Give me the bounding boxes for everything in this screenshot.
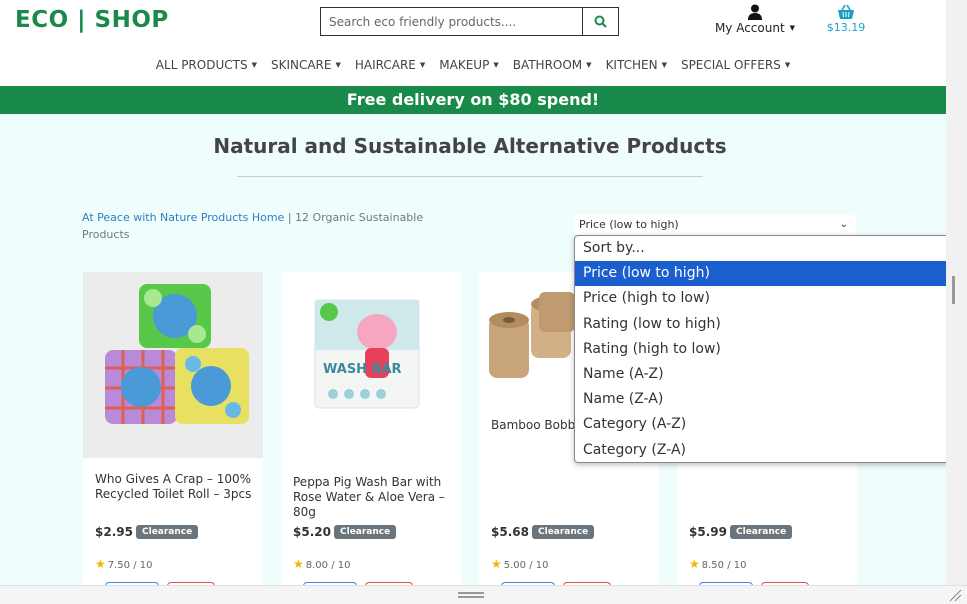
product-price: $2.95 bbox=[95, 525, 133, 539]
basket-icon bbox=[838, 4, 854, 19]
breadcrumb-home-link[interactable]: At Peace with Nature Products Home bbox=[82, 211, 284, 224]
page-viewport: ECO | SHOP My Account▼ bbox=[0, 0, 946, 585]
site-header: ECO | SHOP My Account▼ bbox=[0, 0, 946, 86]
clearance-badge: Clearance bbox=[136, 525, 199, 539]
sort-dropdown-list: Sort by... Price (low to high) Price (hi… bbox=[574, 235, 946, 463]
vertical-scrollbar[interactable] bbox=[946, 0, 967, 585]
star-icon: ★ bbox=[689, 557, 700, 571]
nav-makeup[interactable]: MAKEUP ▼ bbox=[432, 56, 505, 76]
product-price: $5.99 bbox=[689, 525, 727, 539]
star-icon: ★ bbox=[293, 557, 304, 571]
resize-handle[interactable] bbox=[458, 592, 484, 598]
breadcrumb: At Peace with Nature Products Home | 12 … bbox=[82, 209, 442, 243]
caret-down-icon: ▼ bbox=[419, 61, 426, 69]
sort-option-name-desc[interactable]: Name (Z-A) bbox=[575, 387, 946, 412]
search-button[interactable] bbox=[582, 8, 618, 35]
product-card[interactable]: WASH BAR Peppa Pig Wash Bar with Rose Wa… bbox=[281, 272, 461, 585]
product-rating: ★ 8.50 / 10 bbox=[689, 557, 747, 571]
sort-selected-value: Price (low to high) bbox=[579, 218, 679, 231]
sort-option-default[interactable]: Sort by... bbox=[575, 236, 946, 261]
sort-option-category-desc[interactable]: Category (Z-A) bbox=[575, 438, 946, 463]
cart-button[interactable]: $13.19 bbox=[826, 4, 866, 34]
sort-option-price-asc[interactable]: Price (low to high) bbox=[575, 261, 946, 287]
caret-down-icon: ▼ bbox=[586, 61, 592, 69]
sort-option-name-asc[interactable]: Name (A-Z) bbox=[575, 362, 946, 387]
caret-down-icon: ▼ bbox=[335, 61, 341, 69]
star-icon: ★ bbox=[95, 557, 106, 571]
scrollbar-thumb[interactable] bbox=[952, 276, 955, 304]
cart-total: $13.19 bbox=[826, 21, 866, 34]
product-price: $5.68 bbox=[491, 525, 529, 539]
banner-text: Free delivery on $80 spend! bbox=[346, 90, 600, 109]
caret-down-icon: ▼ bbox=[493, 61, 499, 69]
product-name[interactable]: Who Gives A Crap – 100% Recycled Toilet … bbox=[95, 472, 257, 502]
promo-banner: Free delivery on $80 spend! bbox=[0, 86, 946, 114]
svg-text:WASH BAR: WASH BAR bbox=[323, 362, 402, 377]
clearance-badge: Clearance bbox=[532, 525, 595, 539]
divider bbox=[237, 176, 703, 177]
chevron-down-icon: ⌄ bbox=[839, 219, 848, 230]
product-card[interactable]: Who Gives A Crap – 100% Recycled Toilet … bbox=[83, 272, 263, 585]
page-title: Natural and Sustainable Alternative Prod… bbox=[213, 134, 727, 158]
caret-down-icon: ▼ bbox=[251, 61, 257, 69]
search-icon bbox=[594, 15, 607, 28]
user-icon bbox=[748, 4, 762, 20]
nav-skincare[interactable]: SKINCARE ▼ bbox=[264, 56, 348, 76]
product-price: $5.20 bbox=[293, 525, 331, 539]
caret-down-icon: ▼ bbox=[784, 61, 791, 69]
nav-bathroom[interactable]: BATHROOM ▼ bbox=[506, 56, 599, 76]
sort-option-price-desc[interactable]: Price (high to low) bbox=[575, 286, 946, 311]
sort-option-rating-desc[interactable]: Rating (high to low) bbox=[575, 337, 946, 362]
nav-kitchen[interactable]: KITCHEN ▼ bbox=[599, 56, 674, 76]
corner-resize-icon[interactable] bbox=[948, 588, 962, 602]
nav-haircare[interactable]: HAIRCARE ▼ bbox=[348, 56, 432, 76]
sort-option-rating-asc[interactable]: Rating (low to high) bbox=[575, 312, 946, 337]
sort-select[interactable]: Price (low to high) ⌄ bbox=[574, 215, 856, 235]
search-bar bbox=[320, 7, 619, 36]
nav-special-offers[interactable]: SPECIAL OFFERS ▼ bbox=[674, 56, 797, 76]
caret-down-icon: ▼ bbox=[789, 24, 796, 32]
star-icon: ★ bbox=[491, 557, 502, 571]
account-menu[interactable]: My Account ▼ bbox=[712, 4, 798, 35]
product-rating: ★ 5.00 / 10 bbox=[491, 557, 549, 571]
main-nav: ALL PRODUCTS ▼ SKINCARE ▼ HAIRCARE ▼ MAKEUP… bbox=[0, 56, 946, 76]
product-image-toilet-rolls[interactable] bbox=[83, 272, 263, 458]
sort-option-category-asc[interactable]: Category (A-Z) bbox=[575, 412, 946, 437]
search-input[interactable] bbox=[321, 8, 583, 35]
product-name[interactable]: Peppa Pig Wash Bar with Rose Water & Alo… bbox=[293, 475, 455, 520]
nav-all-products[interactable]: ALL PRODUCTS ▼ bbox=[149, 56, 264, 76]
clearance-badge: Clearance bbox=[334, 525, 397, 539]
site-logo[interactable]: ECO | SHOP bbox=[15, 7, 169, 33]
product-image-wash-bar[interactable]: WASH BAR bbox=[281, 272, 461, 458]
account-label: My Account ▼ bbox=[714, 21, 796, 35]
caret-down-icon: ▼ bbox=[661, 61, 667, 69]
clearance-badge: Clearance bbox=[730, 525, 793, 539]
product-rating: ★ 8.00 / 10 bbox=[293, 557, 351, 571]
product-rating: ★ 7.50 / 10 bbox=[95, 557, 153, 571]
